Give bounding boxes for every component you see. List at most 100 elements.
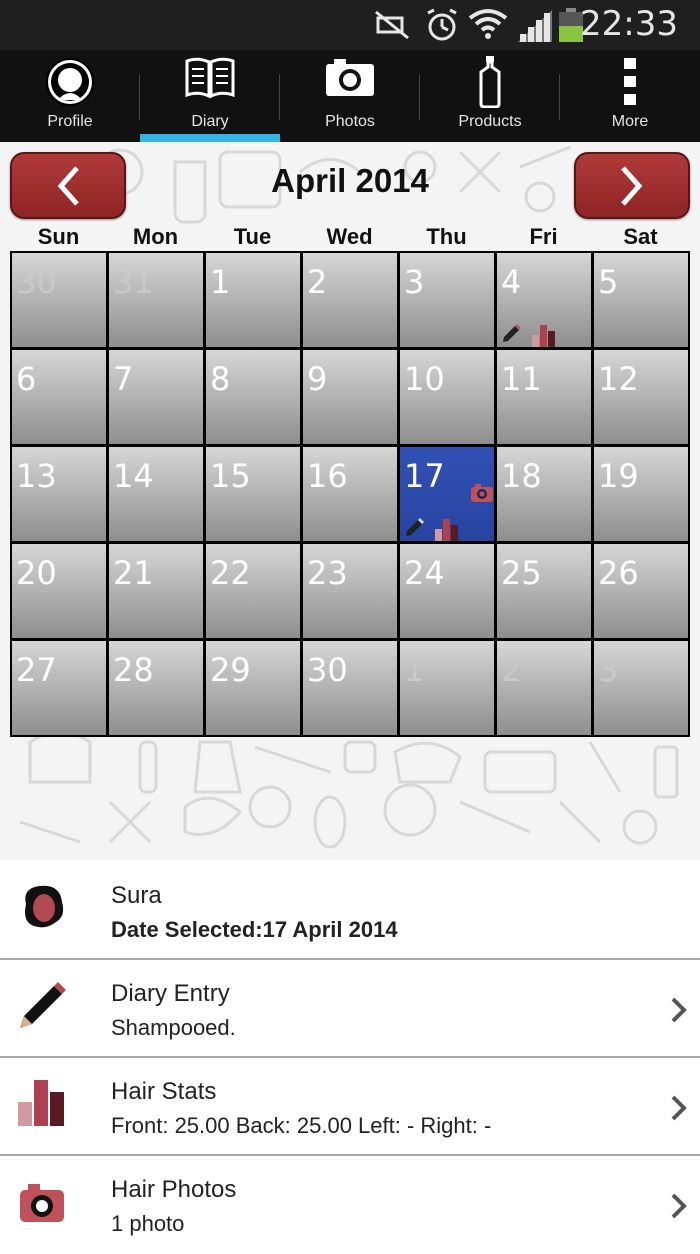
day-cell[interactable]: 5 <box>594 253 688 347</box>
day-number: 14 <box>113 457 154 495</box>
day-number: 29 <box>210 651 251 689</box>
day-cell[interactable]: 13 <box>12 447 106 541</box>
list-item-hair-stats[interactable]: Hair Stats Front: 25.00 Back: 25.00 Left… <box>0 1058 700 1156</box>
day-cell[interactable]: 22 <box>206 544 300 638</box>
day-cell[interactable]: 7 <box>109 350 203 444</box>
day-number: 13 <box>16 457 57 495</box>
hair-stats-values: Front: 25.00 Back: 25.00 Left: - Right: … <box>111 1113 492 1138</box>
day-cell[interactable]: 30 <box>12 253 106 347</box>
wifi-icon <box>468 9 508 39</box>
tab-more[interactable]: More <box>560 50 700 142</box>
day-cell[interactable]: 14 <box>109 447 203 541</box>
chevron-right-icon <box>671 1193 687 1219</box>
day-cell-selected[interactable]: 17 <box>400 447 494 541</box>
day-number: 26 <box>598 554 639 592</box>
chevron-right-icon <box>621 165 643 206</box>
list-item-hair-photos[interactable]: Hair Photos 1 photo <box>0 1156 700 1254</box>
date-selected: Date Selected:17 April 2014 <box>111 917 398 942</box>
day-cell[interactable]: 3 <box>400 253 494 347</box>
day-number: 17 <box>404 457 445 495</box>
day-number: 21 <box>113 554 154 592</box>
diary-entry-title: Diary Entry <box>111 980 230 1007</box>
tab-label: Profile <box>47 113 93 130</box>
day-cell[interactable]: 10 <box>400 350 494 444</box>
day-number: 22 <box>210 554 251 592</box>
day-number: 11 <box>501 360 542 398</box>
day-number: 9 <box>307 360 328 398</box>
day-number: 18 <box>501 457 542 495</box>
day-cell[interactable]: 18 <box>497 447 591 541</box>
previous-month-button[interactable] <box>10 152 126 219</box>
alarm-icon <box>427 8 457 41</box>
day-cell[interactable]: 1 <box>400 641 494 735</box>
book-icon <box>185 57 235 99</box>
day-cell[interactable]: 1 <box>206 253 300 347</box>
tab-diary[interactable]: Diary <box>140 50 280 142</box>
tab-products[interactable]: Products <box>420 50 560 142</box>
day-number: 6 <box>16 360 37 398</box>
day-cell[interactable]: 19 <box>594 447 688 541</box>
bottle-icon <box>479 56 501 108</box>
weekday-label: Mon <box>132 224 179 249</box>
tab-photos[interactable]: Photos <box>280 50 420 142</box>
day-cell[interactable]: 9 <box>303 350 397 444</box>
selected-tab-indicator <box>140 134 280 142</box>
overflow-icon <box>624 58 636 105</box>
list-item-profile: Sura Date Selected:17 April 2014 <box>0 862 700 960</box>
diary-entry-text: Shampooed. <box>111 1015 236 1040</box>
day-number: 25 <box>501 554 542 592</box>
hair-photos-title: Hair Photos <box>111 1176 237 1203</box>
day-cell[interactable]: 20 <box>12 544 106 638</box>
weekday-label: Fri <box>529 224 558 249</box>
day-cell[interactable]: 24 <box>400 544 494 638</box>
day-cell[interactable]: 6 <box>12 350 106 444</box>
day-cell[interactable]: 11 <box>497 350 591 444</box>
list-item-diary-entry[interactable]: Diary Entry Shampooed. <box>0 960 700 1058</box>
tab-profile[interactable]: Profile <box>0 50 140 142</box>
day-cell[interactable]: 16 <box>303 447 397 541</box>
day-cell[interactable]: 2 <box>497 641 591 735</box>
day-number: 12 <box>598 360 639 398</box>
day-number: 3 <box>404 263 425 301</box>
day-number: 16 <box>307 457 348 495</box>
day-cell[interactable]: 8 <box>206 350 300 444</box>
day-cell[interactable]: 21 <box>109 544 203 638</box>
day-cell[interactable]: 23 <box>303 544 397 638</box>
chevron-right-icon <box>671 997 687 1023</box>
day-number: 8 <box>210 360 231 398</box>
day-cell[interactable]: 31 <box>109 253 203 347</box>
day-cell[interactable]: 26 <box>594 544 688 638</box>
profile-icon <box>46 58 94 106</box>
day-number: 2 <box>307 263 328 301</box>
avatar-icon <box>25 885 64 928</box>
tab-label: Products <box>458 113 522 130</box>
hair-stats-title: Hair Stats <box>111 1078 217 1105</box>
stats-marker-icon <box>435 519 458 541</box>
day-cell[interactable]: 29 <box>206 641 300 735</box>
day-number: 24 <box>404 554 445 592</box>
chevron-left-icon <box>57 165 79 206</box>
day-cell[interactable]: 28 <box>109 641 203 735</box>
day-cell[interactable]: 4 <box>497 253 591 347</box>
day-cell[interactable]: 27 <box>12 641 106 735</box>
day-number: 4 <box>501 263 522 301</box>
pencil-marker-icon <box>503 324 521 342</box>
day-cell[interactable]: 15 <box>206 447 300 541</box>
day-cell[interactable]: 30 <box>303 641 397 735</box>
day-cell[interactable]: 12 <box>594 350 688 444</box>
day-number: 31 <box>113 263 154 301</box>
calendar-grid: 30 31 1 2 3 4 5 6 7 8 9 10 11 12 13 14 1… <box>10 251 690 737</box>
camera-icon <box>326 59 374 96</box>
top-navigation: Profile Diary Photos Products More <box>0 50 700 142</box>
day-cell[interactable]: 2 <box>303 253 397 347</box>
pencil-marker-icon <box>406 518 424 536</box>
bar-chart-icon <box>18 1080 64 1126</box>
day-cell[interactable]: 3 <box>594 641 688 735</box>
day-cell[interactable]: 25 <box>497 544 591 638</box>
day-number: 1 <box>210 263 231 301</box>
hair-photos-count: 1 photo <box>111 1211 185 1236</box>
day-number: 7 <box>113 360 134 398</box>
profile-name: Sura <box>111 882 162 909</box>
next-month-button[interactable] <box>574 152 690 219</box>
clock: 22:33 <box>580 4 678 44</box>
